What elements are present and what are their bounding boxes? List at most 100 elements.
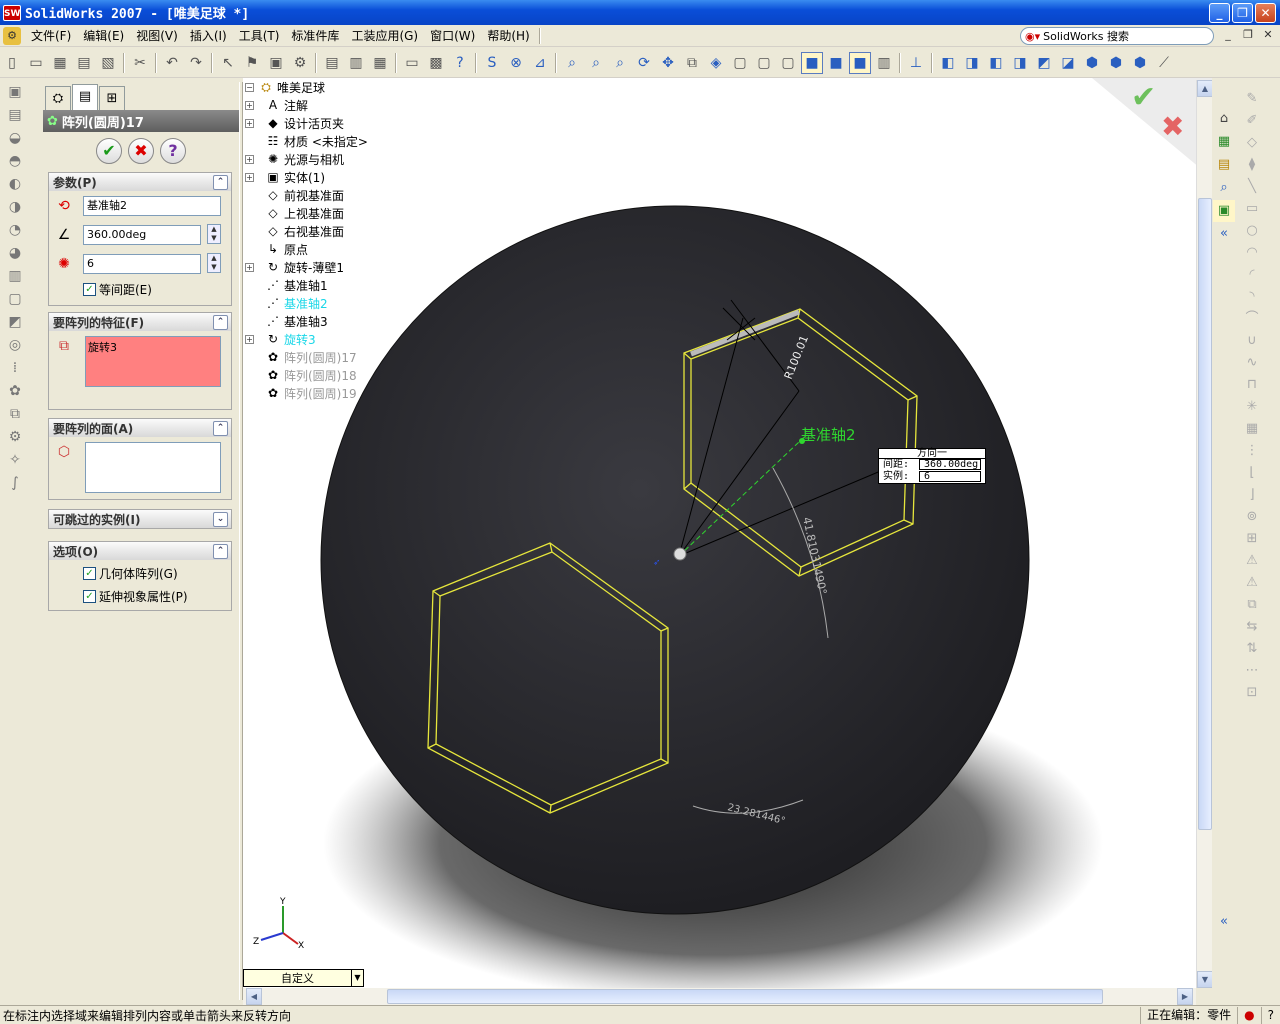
- menu-view[interactable]: 视图(V): [130, 25, 184, 47]
- features-list[interactable]: 旋转3: [85, 336, 221, 387]
- fillet-icon[interactable]: ◔: [3, 219, 27, 241]
- hidden-lines-removed-icon[interactable]: ▢: [777, 52, 799, 74]
- tree-item[interactable]: ↳ 原点: [245, 240, 425, 258]
- bottom-view-icon[interactable]: ◪: [1057, 52, 1079, 74]
- tree-item[interactable]: + ↻ 旋转3: [245, 330, 425, 348]
- shadows-icon[interactable]: ■: [849, 51, 871, 74]
- callout-spacing-field[interactable]: 360.00deg: [919, 459, 981, 470]
- instances-spinner[interactable]: ▲ ▼: [207, 253, 221, 273]
- arc-icon[interactable]: ◠: [1240, 242, 1264, 264]
- menu-edit[interactable]: 编辑(E): [77, 25, 130, 47]
- 3d-sketch-icon[interactable]: ✐: [1240, 110, 1264, 132]
- standard-views-icon[interactable]: ◈: [705, 52, 727, 74]
- spline-icon[interactable]: ∫: [3, 472, 27, 494]
- file-properties-icon[interactable]: ▣: [265, 52, 287, 74]
- line-icon[interactable]: ╲: [1240, 176, 1264, 198]
- view-palette-icon[interactable]: ▣: [1213, 200, 1235, 222]
- tile-icon[interactable]: ▦: [369, 52, 391, 74]
- tree-expand-icon[interactable]: +: [245, 334, 254, 344]
- dimension-icon[interactable]: ⧫: [1240, 154, 1264, 176]
- measure-icon[interactable]: ⟋: [1153, 52, 1175, 74]
- relation-icon[interactable]: ⊿: [529, 52, 551, 74]
- horizontal-scroll-thumb[interactable]: [387, 989, 1103, 1004]
- horizontal-scrollbar[interactable]: ◀ ▶: [243, 988, 1196, 1005]
- zoom-fit-icon[interactable]: ⌕: [561, 52, 583, 74]
- tree-item[interactable]: + ▣ 实体(1): [245, 168, 425, 186]
- extrude-cut-icon[interactable]: ◐: [3, 173, 27, 195]
- property-manager-tab-icon[interactable]: ▤: [72, 84, 98, 110]
- isometric-view-icon[interactable]: ⬢: [1081, 52, 1103, 74]
- point-icon[interactable]: ✳: [1240, 396, 1264, 418]
- tree-item[interactable]: ⋰ 基准轴1: [245, 276, 425, 294]
- rotate-icon[interactable]: ⟳: [633, 52, 655, 74]
- vertical-scrollbar[interactable]: ▲ ▼: [1196, 80, 1213, 988]
- collapse-pane-icon[interactable]: «: [1213, 223, 1235, 245]
- select-icon[interactable]: ↖: [217, 52, 239, 74]
- tree-item[interactable]: ⋰ 基准轴3: [245, 312, 425, 330]
- zoom-area-icon[interactable]: ⌕: [585, 52, 607, 74]
- pattern-axis-field[interactable]: 基准轴2: [83, 196, 221, 216]
- feature-manager-tab-icon[interactable]: ⛭: [45, 86, 71, 110]
- angle-field[interactable]: 360.00deg: [83, 225, 201, 245]
- tree-root[interactable]: − ⛭ 唯美足球: [245, 78, 425, 96]
- reference-geometry-icon[interactable]: ⚙: [3, 426, 27, 448]
- wireframe-icon[interactable]: ▢: [729, 52, 751, 74]
- expand-pane-icon[interactable]: «: [1213, 911, 1235, 933]
- rotate-icon[interactable]: ⇅: [1240, 638, 1264, 660]
- save-icon[interactable]: ▦: [49, 52, 71, 74]
- restore-button[interactable]: ❐: [1232, 3, 1253, 23]
- collapse-chevron-icon[interactable]: ⌃: [213, 314, 228, 330]
- parabola-icon[interactable]: ∪: [1240, 330, 1264, 352]
- revolve-boss-icon[interactable]: ▤: [3, 104, 27, 126]
- circular-pattern-icon[interactable]: ✿: [3, 380, 27, 402]
- section-view-icon[interactable]: ▥: [873, 52, 895, 74]
- move-icon[interactable]: ⇆: [1240, 616, 1264, 638]
- mirror-icon[interactable]: ⧉: [3, 403, 27, 425]
- tree-item[interactable]: ◇ 右视基准面: [245, 222, 425, 240]
- rebuild-status-icon[interactable]: ●: [1237, 1006, 1260, 1024]
- tree-item[interactable]: + A 注解: [245, 96, 425, 114]
- rebuild-icon[interactable]: ⚑: [241, 52, 263, 74]
- direction-callout[interactable]: 方向一 间距: 360.00deg 实例: 6: [878, 448, 986, 484]
- tree-collapse-icon[interactable]: −: [245, 82, 254, 92]
- smart-dimension-icon[interactable]: ⊗: [505, 52, 527, 74]
- chamfer-icon[interactable]: ◕: [3, 242, 27, 264]
- three-point-arc-icon[interactable]: ◝: [1240, 286, 1264, 308]
- scale-icon[interactable]: ⋯: [1240, 660, 1264, 682]
- print-preview-icon[interactable]: ▧: [97, 52, 119, 74]
- feature-item[interactable]: 旋转3: [88, 341, 117, 354]
- dimetric-view-icon[interactable]: ⬢: [1129, 52, 1151, 74]
- back-view-icon[interactable]: ◨: [961, 52, 983, 74]
- geometry-pattern-checkbox[interactable]: ✓: [83, 567, 96, 580]
- shaded-with-edges-icon[interactable]: ■: [801, 51, 823, 74]
- tree-expand-icon[interactable]: +: [245, 118, 254, 128]
- ok-button[interactable]: ✔: [96, 138, 122, 164]
- vertical-scroll-thumb[interactable]: [1198, 198, 1212, 830]
- offset-icon[interactable]: ⊚: [1240, 506, 1264, 528]
- configuration-manager-tab-icon[interactable]: ⊞: [99, 86, 125, 110]
- view-orientation-icon[interactable]: ⧉: [681, 52, 703, 74]
- extend-icon[interactable]: ⚠: [1240, 572, 1264, 594]
- scroll-right-arrow[interactable]: ▶: [1177, 988, 1193, 1005]
- tree-expand-icon[interactable]: +: [245, 100, 254, 110]
- smart-dim-icon[interactable]: ◇: [1240, 132, 1264, 154]
- trim-icon[interactable]: ⚠: [1240, 550, 1264, 572]
- convert-icon[interactable]: ⊞: [1240, 528, 1264, 550]
- tree-item[interactable]: ⋰ 基准轴2: [245, 294, 425, 312]
- shell-icon[interactable]: ▢: [3, 288, 27, 310]
- layout-icon[interactable]: ▥: [345, 52, 367, 74]
- tree-item[interactable]: + ◆ 设计活页夹: [245, 114, 425, 132]
- home-icon[interactable]: ⌂: [1213, 108, 1235, 130]
- spline-icon[interactable]: ∿: [1240, 352, 1264, 374]
- angle-spinner[interactable]: ▲ ▼: [207, 224, 221, 244]
- pattern-center-point[interactable]: [673, 547, 687, 561]
- confirm-ok-icon[interactable]: ✔: [1131, 80, 1156, 115]
- extrude-boss-icon[interactable]: ▣: [3, 81, 27, 103]
- table-icon[interactable]: ▤: [321, 52, 343, 74]
- hidden-lines-visible-icon[interactable]: ▢: [753, 52, 775, 74]
- zoom-in-out-icon[interactable]: ⌕: [609, 52, 631, 74]
- tree-item[interactable]: ✿ 阵列(圆周)18: [245, 366, 425, 384]
- ellipse-icon[interactable]: ⌒: [1240, 308, 1264, 330]
- menu-tooling[interactable]: 工装应用(G): [345, 25, 424, 47]
- sketch-icon[interactable]: ✎: [1240, 88, 1264, 110]
